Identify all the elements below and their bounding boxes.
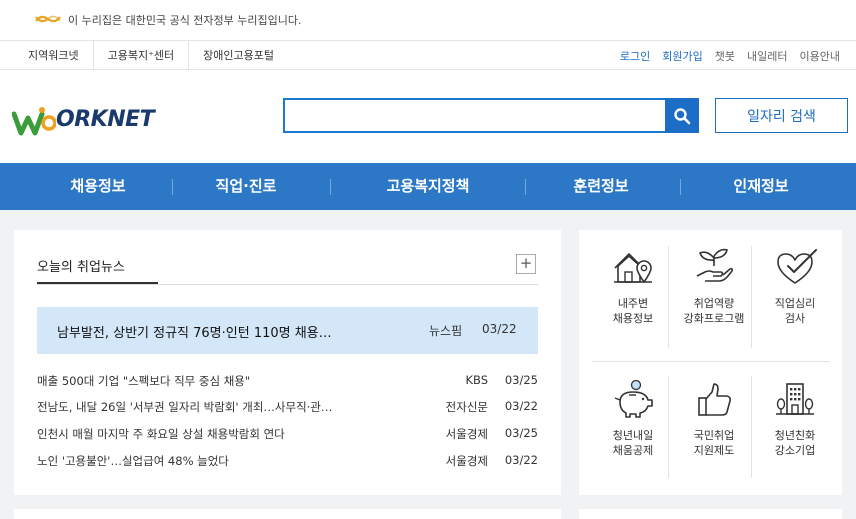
news-item-title: 인천시 매월 마지막 주 화요일 상설 채용박람회 연다 (37, 427, 285, 441)
guide-link[interactable]: 이용안내 (800, 48, 840, 64)
service-label: 취업역량 강화프로그램 (683, 297, 745, 325)
service-label: 청년친화 강소기업 (774, 429, 816, 457)
signup-link[interactable]: 회원가입 (662, 48, 702, 64)
chatbot-link[interactable]: 챗봇 (715, 48, 735, 64)
nav-divider (525, 179, 526, 195)
nav-welfare-policy[interactable]: 고용복지정책 (370, 163, 486, 210)
news-item-title: 노인 '고용불안'…실업급여 48% 늘었다 (37, 454, 229, 468)
news-list-item[interactable]: 노인 '고용불안'…실업급여 48% 늘었다 서울경제 03/22 (37, 453, 538, 471)
news-list-item[interactable]: 인천시 매월 마지막 주 화요일 상설 채용박람회 연다 서울경제 03/25 (37, 426, 538, 444)
next-section-panel (14, 509, 561, 519)
news-list-item[interactable]: 매출 500대 기업 "스펙보다 직무 중심 채용" KBS 03/25 (37, 373, 538, 391)
news-list-item[interactable]: 전남도, 내달 26일 '서부권 일자리 박람회' 개최…사무직·관… 전자신문… (37, 399, 538, 417)
nav-career[interactable]: 직업·진로 (198, 163, 294, 210)
service-national-employment-support[interactable]: 국민취업 지원제도 (676, 376, 752, 458)
service-label: 직업심리 검사 (774, 297, 816, 325)
news-item-date: 03/25 (504, 426, 538, 440)
job-search-button[interactable]: 일자리 검색 (715, 98, 848, 133)
news-panel: 오늘의 취업뉴스 + 남부발전, 상반기 정규직 76명·인턴 110명 채용…… (14, 230, 561, 495)
search-button[interactable] (665, 98, 699, 133)
news-item-source: KBS (465, 373, 488, 387)
nav-divider (330, 179, 331, 195)
utility-link-regional-worknet[interactable]: 지역워크넷 (14, 41, 93, 70)
service-youth-friendly-smb[interactable]: 청년친화 강소기업 (757, 376, 833, 458)
piggy-bank-icon (614, 379, 653, 418)
news-highlight-source: 뉴스핌 (429, 324, 463, 338)
newsletter-link[interactable]: 내일레터 (747, 48, 787, 64)
service-label: 국민취업 지원제도 (693, 429, 735, 457)
service-label: 청년내일 채움공제 (612, 429, 654, 457)
utility-nav: 지역워크넷 고용복지⁺센터 장애인고용포털 로그인 회원가입 챗봇 내일레터 이… (0, 40, 856, 70)
search-box (283, 98, 667, 133)
nav-divider (680, 179, 681, 195)
service-nearby-jobs[interactable]: 내주변 채용정보 (595, 244, 671, 326)
service-employment-capacity[interactable]: 취업역량 강화프로그램 (676, 244, 752, 326)
quick-services-panel: 내주변 채용정보 취업역량 강화프로그램 직업심리 검사 청년내일 채움공제 국… (579, 230, 842, 495)
main-nav: 채용정보 직업·진로 고용복지정책 훈련정보 인재정보 (0, 163, 856, 210)
news-item-source: 서울경제 (445, 454, 488, 468)
worknet-w-logo-icon (12, 107, 56, 136)
house-location-icon (614, 253, 652, 284)
government-symbol-icon (35, 15, 61, 23)
news-item-title: 전남도, 내달 26일 '서부권 일자리 박람회' 개최…사무직·관… (37, 400, 333, 414)
news-item-date: 03/22 (504, 453, 538, 467)
news-item-title: 매출 500대 기업 "스펙보다 직무 중심 채용" (37, 374, 251, 388)
logo-text: ORKNET (56, 107, 155, 132)
search-input[interactable] (285, 100, 665, 131)
heart-check-icon (777, 249, 817, 284)
nav-talent-info[interactable]: 인재정보 (718, 163, 804, 210)
hand-sprout-icon (696, 248, 734, 282)
service-label: 내주변 채용정보 (612, 297, 654, 325)
news-divider (37, 284, 538, 285)
news-highlight-item[interactable]: 남부발전, 상반기 정규직 76명·인턴 110명 채용… 뉴스핌 03/22 (37, 307, 538, 354)
login-link[interactable]: 로그인 (620, 48, 650, 64)
news-item-date: 03/22 (504, 399, 538, 413)
nav-job-info[interactable]: 채용정보 (58, 163, 138, 210)
nav-divider (172, 179, 173, 195)
news-item-source: 서울경제 (445, 427, 488, 441)
gov-notice-text: 이 누리집은 대한민국 공식 전자정부 누리집입니다. (68, 14, 302, 27)
gov-notice-bar: 이 누리집은 대한민국 공식 전자정부 누리집입니다. (0, 0, 856, 40)
news-item-source: 전자신문 (445, 400, 488, 414)
nav-training-info[interactable]: 훈련정보 (558, 163, 644, 210)
service-youth-tomorrow-fund[interactable]: 청년내일 채움공제 (595, 376, 671, 458)
news-item-date: 03/25 (504, 373, 538, 387)
news-highlight-title: 남부발전, 상반기 정규직 76명·인턴 110명 채용… (57, 326, 332, 341)
utility-link-disability-portal[interactable]: 장애인고용포털 (188, 41, 288, 70)
service-career-psychology-test[interactable]: 직업심리 검사 (757, 244, 833, 326)
news-highlight-date: 03/22 (482, 322, 517, 336)
news-section-title[interactable]: 오늘의 취업뉴스 (37, 256, 125, 275)
thumbs-up-icon (698, 383, 731, 416)
worknet-logo[interactable]: ORKNET (12, 106, 162, 136)
building-trees-icon (776, 383, 814, 415)
services-divider (592, 361, 830, 362)
search-icon (674, 107, 691, 124)
next-section-panel (579, 509, 842, 519)
utility-link-employment-welfare-center[interactable]: 고용복지⁺센터 (92, 41, 189, 70)
news-more-button[interactable]: + (516, 254, 536, 274)
